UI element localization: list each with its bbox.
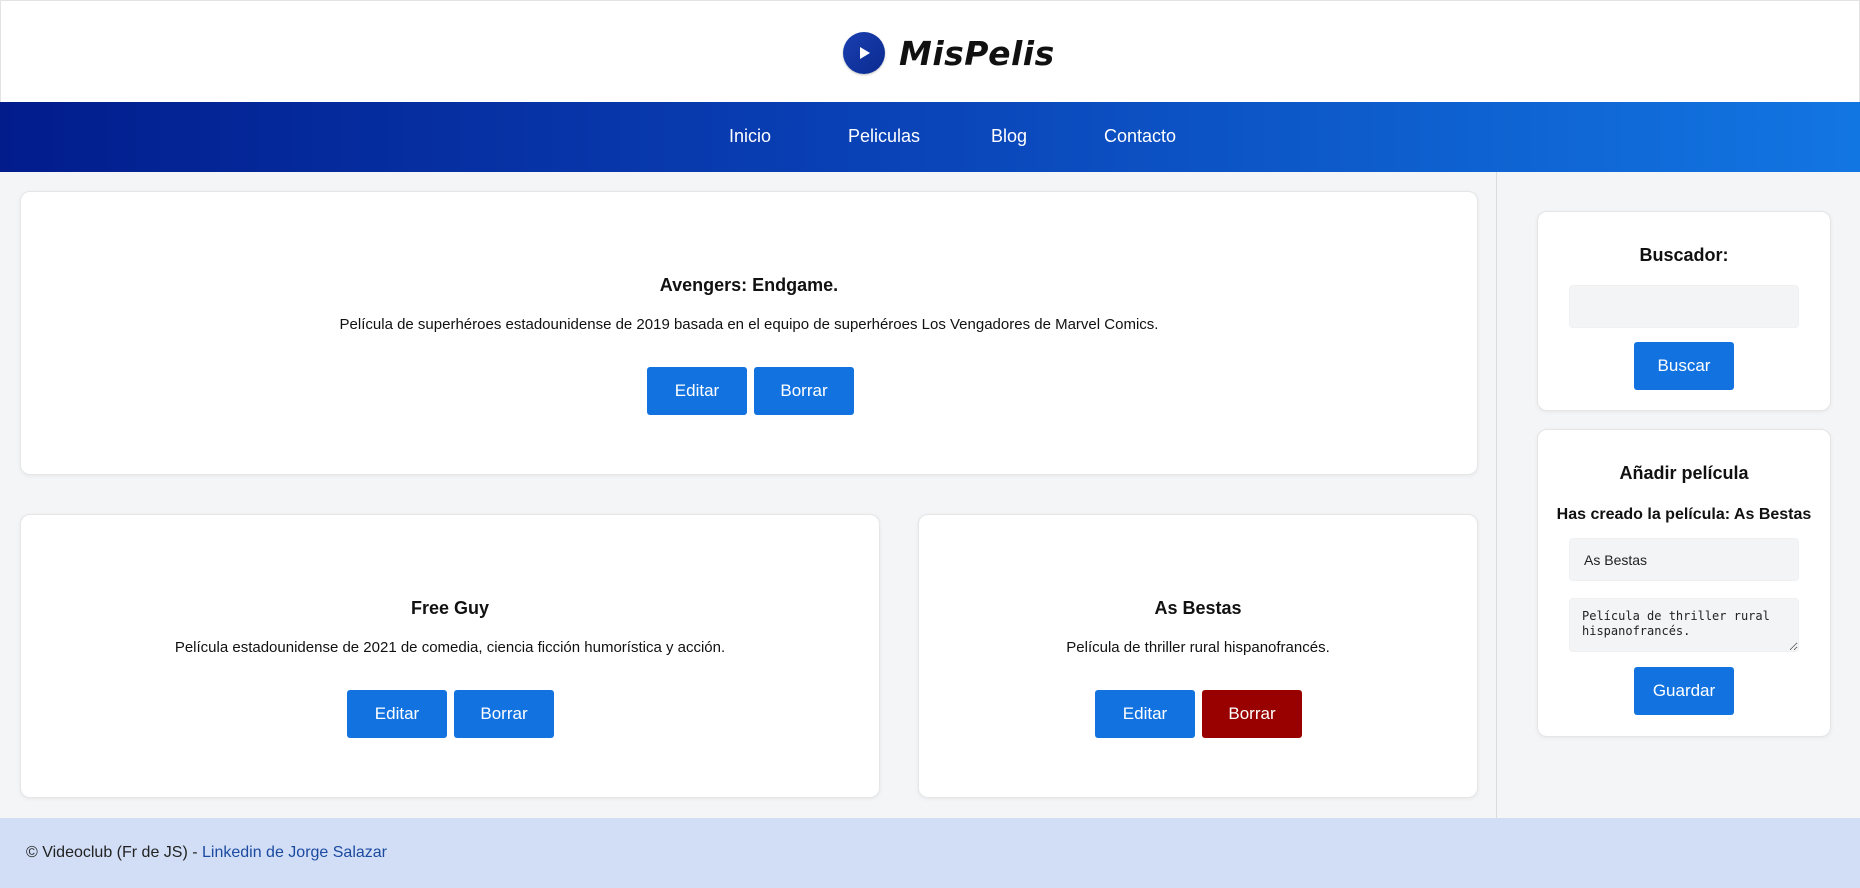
movie-title: Free Guy [410,598,490,618]
search-button[interactable]: Buscar [1634,342,1734,390]
movie-title: As Bestas [1154,598,1242,618]
nav-item-inicio[interactable]: Inicio [729,126,771,147]
movie-card: Free Guy Película estadounidense de 2021… [20,514,880,798]
edit-button[interactable]: Editar [347,690,447,738]
play-icon [843,32,885,74]
movie-description: Película estadounidense de 2021 de comed… [174,639,726,656]
edit-button[interactable]: Editar [1095,690,1195,738]
add-movie-widget: Añadir película Has creado la película: … [1537,429,1831,737]
search-title: Buscador: [1639,245,1729,265]
description-field[interactable]: Película de thriller rural hispanofrancé… [1569,598,1799,652]
brand-name: MisPelis [899,33,1055,73]
delete-button[interactable]: Borrar [454,690,554,738]
nav-item-peliculas[interactable]: Peliculas [848,126,920,147]
brand-logo[interactable]: MisPelis [843,31,1055,75]
main-nav: Inicio Peliculas Blog Contacto [0,102,1860,172]
movie-card: As Bestas Película de thriller rural his… [918,514,1478,798]
add-movie-title: Añadir película [1619,463,1749,483]
footer-text: © Videoclub (Fr de JS) - Linkedin de Jor… [26,844,387,862]
movie-description: Película de superhéroes estadounidense d… [339,316,1159,333]
sidebar-divider [1496,172,1497,818]
footer-copyright: © Videoclub (Fr de JS) - [26,844,202,861]
movie-card: Avengers: Endgame. Película de superhéro… [20,191,1478,475]
site-footer: © Videoclub (Fr de JS) - Linkedin de Jor… [0,818,1860,888]
delete-button[interactable]: Borrar [1202,690,1302,738]
movie-title: Avengers: Endgame. [659,275,839,295]
delete-button[interactable]: Borrar [754,367,854,415]
nav-item-contacto[interactable]: Contacto [1104,126,1176,147]
site-header: MisPelis [0,0,1860,102]
save-button[interactable]: Guardar [1634,667,1734,715]
title-field[interactable] [1569,538,1799,581]
search-widget: Buscador: Buscar [1537,211,1831,411]
linkedin-link[interactable]: Linkedin de Jorge Salazar [202,844,387,861]
movie-description: Película de thriller rural hispanofrancé… [1066,639,1330,656]
nav-item-blog[interactable]: Blog [991,126,1027,147]
search-input[interactable] [1569,285,1799,328]
add-movie-status: Has creado la película: As Bestas [1556,506,1812,523]
edit-button[interactable]: Editar [647,367,747,415]
